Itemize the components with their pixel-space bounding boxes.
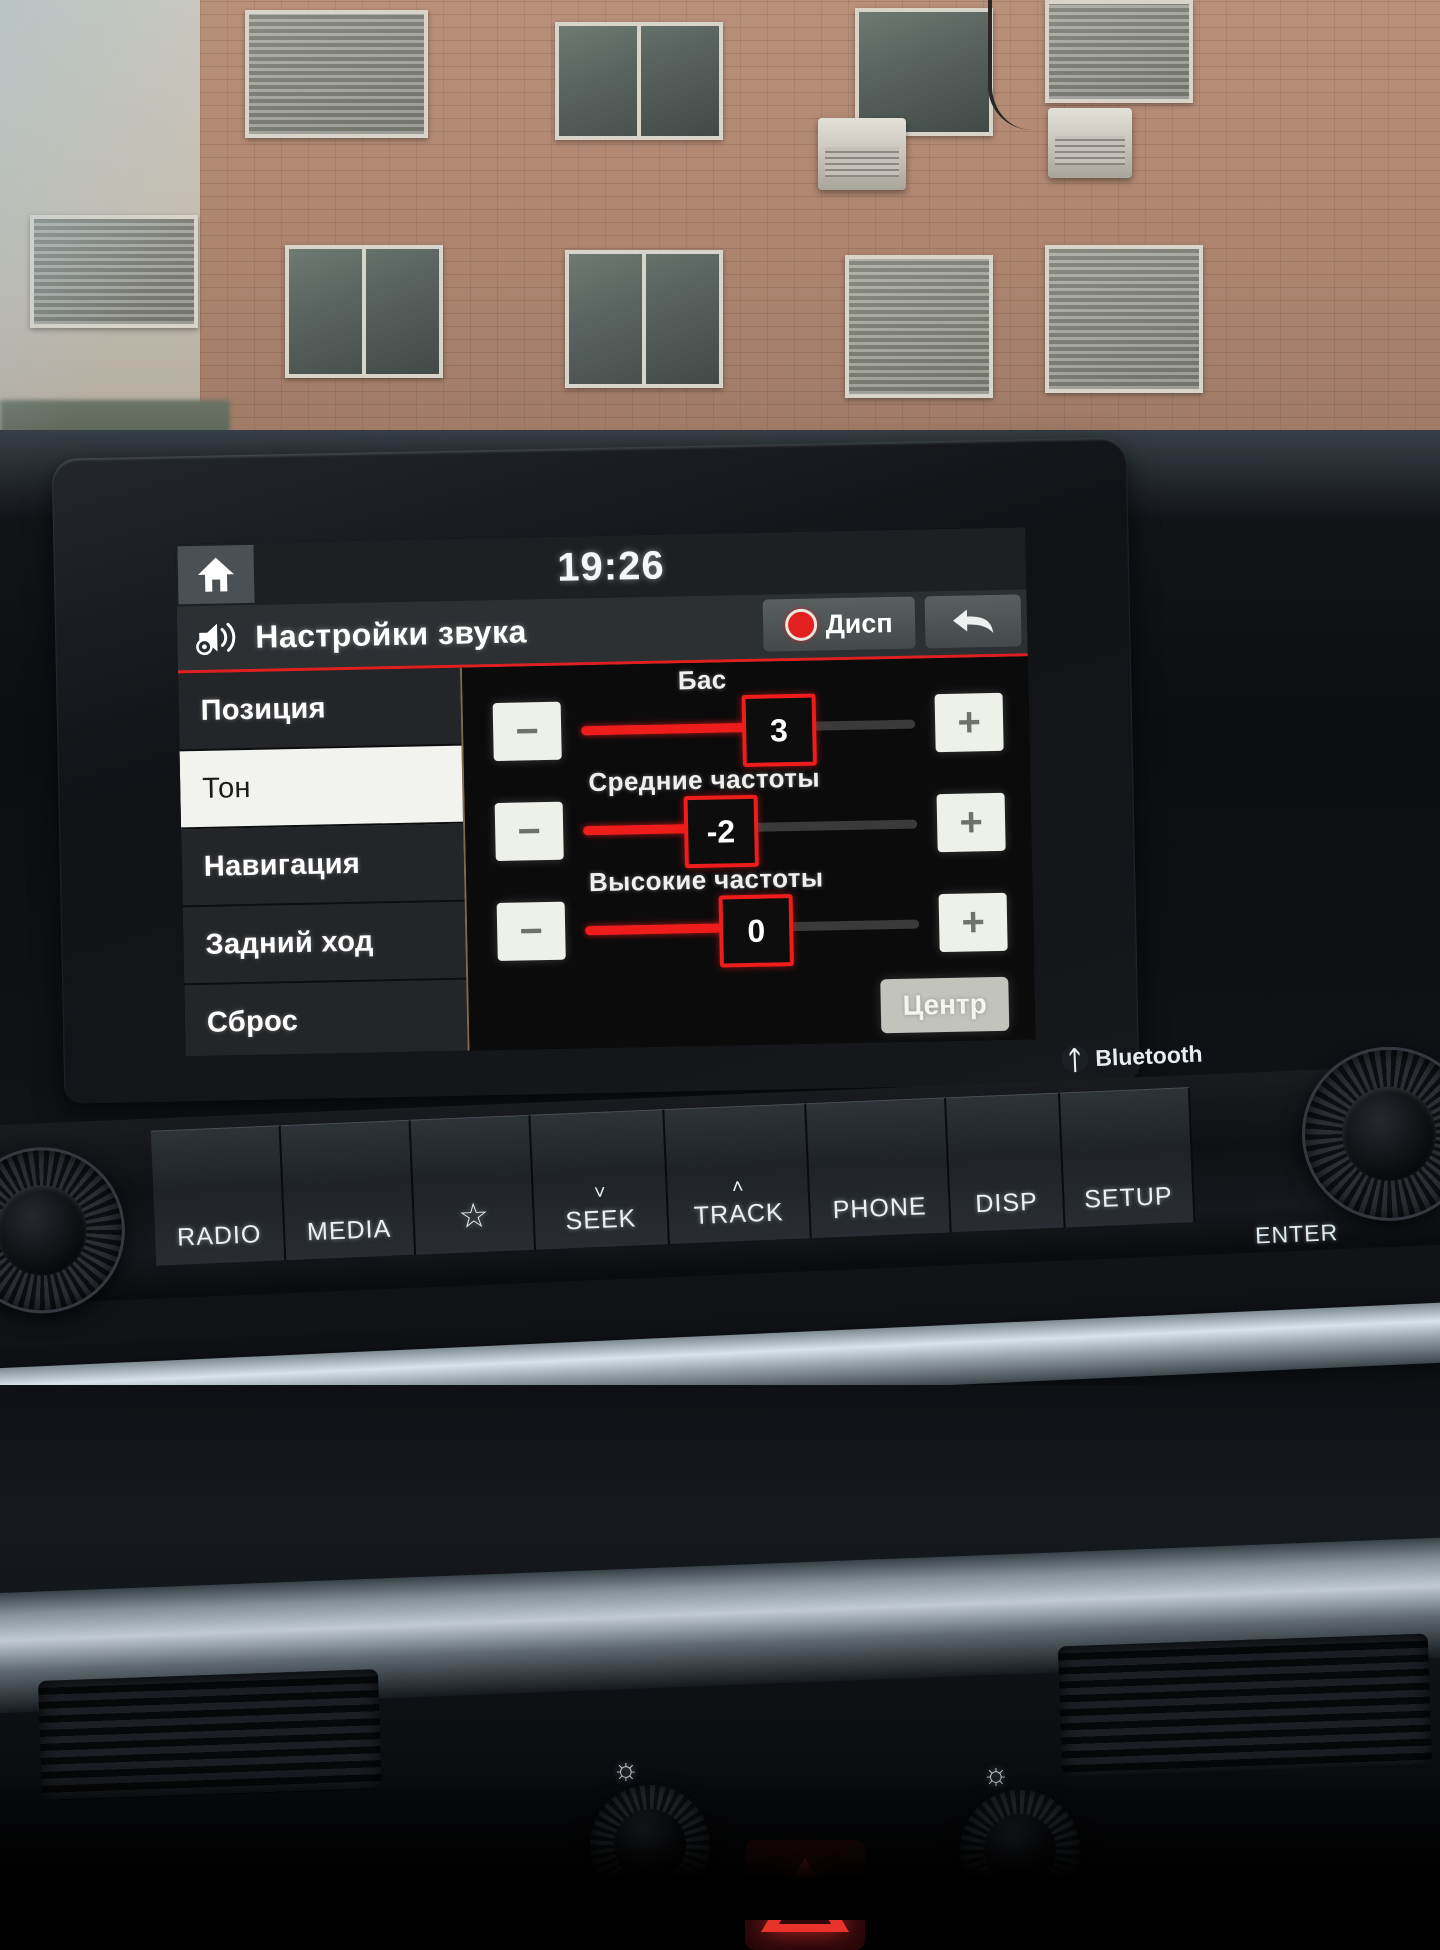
windshield-glare [0, 0, 200, 430]
building-window [285, 245, 443, 378]
screen-body: Позиция Тон Навигация Задний ход Сброс Б… [177, 656, 1036, 1057]
sidebar-item-reverse[interactable]: Задний ход [182, 901, 467, 986]
disp-hard-button[interactable]: DISP [946, 1092, 1066, 1233]
phone-button[interactable]: PHONE [806, 1097, 952, 1239]
bass-thumb[interactable]: 3 [741, 693, 817, 768]
head-unit-bezel: 19:26 Настройки звука Дисп Позиция Тон Н… [51, 437, 1140, 1104]
bass-slider[interactable]: 3 [581, 693, 916, 768]
radio-button[interactable]: RADIO [150, 1125, 287, 1266]
bass-plus-button[interactable]: + [934, 692, 1004, 753]
chevron-down-icon: ˅ [593, 1181, 607, 1205]
setup-button-label: SETUP [1083, 1181, 1174, 1214]
slider-group-treble: Высокие частоты − 0 + [466, 856, 1034, 968]
slider-group-bass: Бас − 3 + [462, 656, 1030, 768]
mid-slider[interactable]: -2 [583, 794, 918, 869]
disp-button[interactable]: Дисп [762, 596, 916, 652]
lower-console: ☼ ☼ [0, 1385, 1440, 1950]
settings-sidebar: Позиция Тон Навигация Задний ход Сброс [177, 667, 470, 1057]
treble-thumb[interactable]: 0 [718, 894, 794, 968]
air-vent-right [1057, 1633, 1433, 1777]
mid-thumb[interactable]: -2 [683, 794, 759, 869]
page-title: Настройки звука [254, 612, 528, 655]
building-window [845, 255, 993, 398]
hanging-cable [988, 0, 1032, 130]
air-conditioner-unit [1048, 108, 1132, 178]
sidebar-item-navigation[interactable]: Навигация [181, 823, 465, 908]
building-window [1045, 0, 1193, 103]
seek-button[interactable]: ˅ SEEK [530, 1109, 670, 1250]
back-button[interactable] [924, 594, 1022, 649]
building-window [855, 8, 993, 136]
bass-control-row: − 3 + [463, 690, 1030, 768]
treble-minus-button[interactable]: − [496, 901, 566, 961]
speaker-settings-icon [196, 622, 236, 656]
building-window [565, 250, 723, 388]
phone-button-label: PHONE [832, 1192, 928, 1225]
bluetooth-icon: ᛏ [1060, 1044, 1089, 1075]
enter-label: ENTER [1254, 1219, 1339, 1249]
sidebar-item-tone[interactable]: Тон [179, 745, 464, 830]
center-button[interactable]: Центр [880, 976, 1010, 1034]
sidebar-item-position[interactable]: Позиция [177, 667, 462, 752]
back-arrow-icon [953, 609, 994, 633]
center-row: Центр [880, 976, 1010, 1034]
building-window [555, 22, 723, 140]
bass-minus-button[interactable]: − [492, 701, 562, 762]
favorites-button[interactable]: ☆ [410, 1114, 537, 1255]
chevron-up-icon: ˄ [731, 1175, 744, 1199]
mid-minus-button[interactable]: − [494, 801, 564, 862]
bluetooth-label: Bluetooth [1094, 1040, 1204, 1072]
track-button[interactable]: ˄ TRACK [664, 1103, 812, 1245]
tone-panel: Бас − 3 + Средние частоты − -2 + Высокие… [461, 656, 1036, 1054]
media-button[interactable]: MEDIA [280, 1119, 417, 1261]
sidebar-item-reset[interactable]: Сброс [184, 979, 468, 1057]
mid-plus-button[interactable]: + [936, 792, 1006, 853]
mid-control-row: − -2 + [465, 790, 1032, 869]
building-window [1045, 245, 1203, 393]
infotainment-screen[interactable]: 19:26 Настройки звука Дисп Позиция Тон Н… [175, 527, 1036, 1057]
setup-button[interactable]: SETUP [1059, 1087, 1196, 1228]
track-button-label: TRACK [693, 1198, 785, 1231]
console-shadow [0, 1760, 1440, 1920]
treble-control-row: − 0 + [467, 890, 1034, 968]
bluetooth-badge: ᛏ Bluetooth [1060, 1040, 1204, 1075]
slider-group-mid: Средние частоты − -2 + [464, 756, 1032, 869]
treble-slider[interactable]: 0 [585, 894, 920, 968]
treble-plus-button[interactable]: + [938, 892, 1008, 953]
red-record-dot-icon [785, 608, 818, 642]
dashboard: 19:26 Настройки звука Дисп Позиция Тон Н… [0, 430, 1440, 1950]
disp-hard-button-label: DISP [974, 1187, 1039, 1219]
star-icon: ☆ [457, 1196, 490, 1236]
air-conditioner-unit [818, 118, 906, 190]
title-bar-actions: Дисп [762, 594, 1022, 652]
seek-button-label: SEEK [565, 1204, 637, 1236]
radio-button-label: RADIO [176, 1220, 262, 1252]
building-window [245, 10, 428, 138]
disp-button-label: Дисп [825, 607, 893, 639]
media-button-label: MEDIA [306, 1214, 392, 1247]
